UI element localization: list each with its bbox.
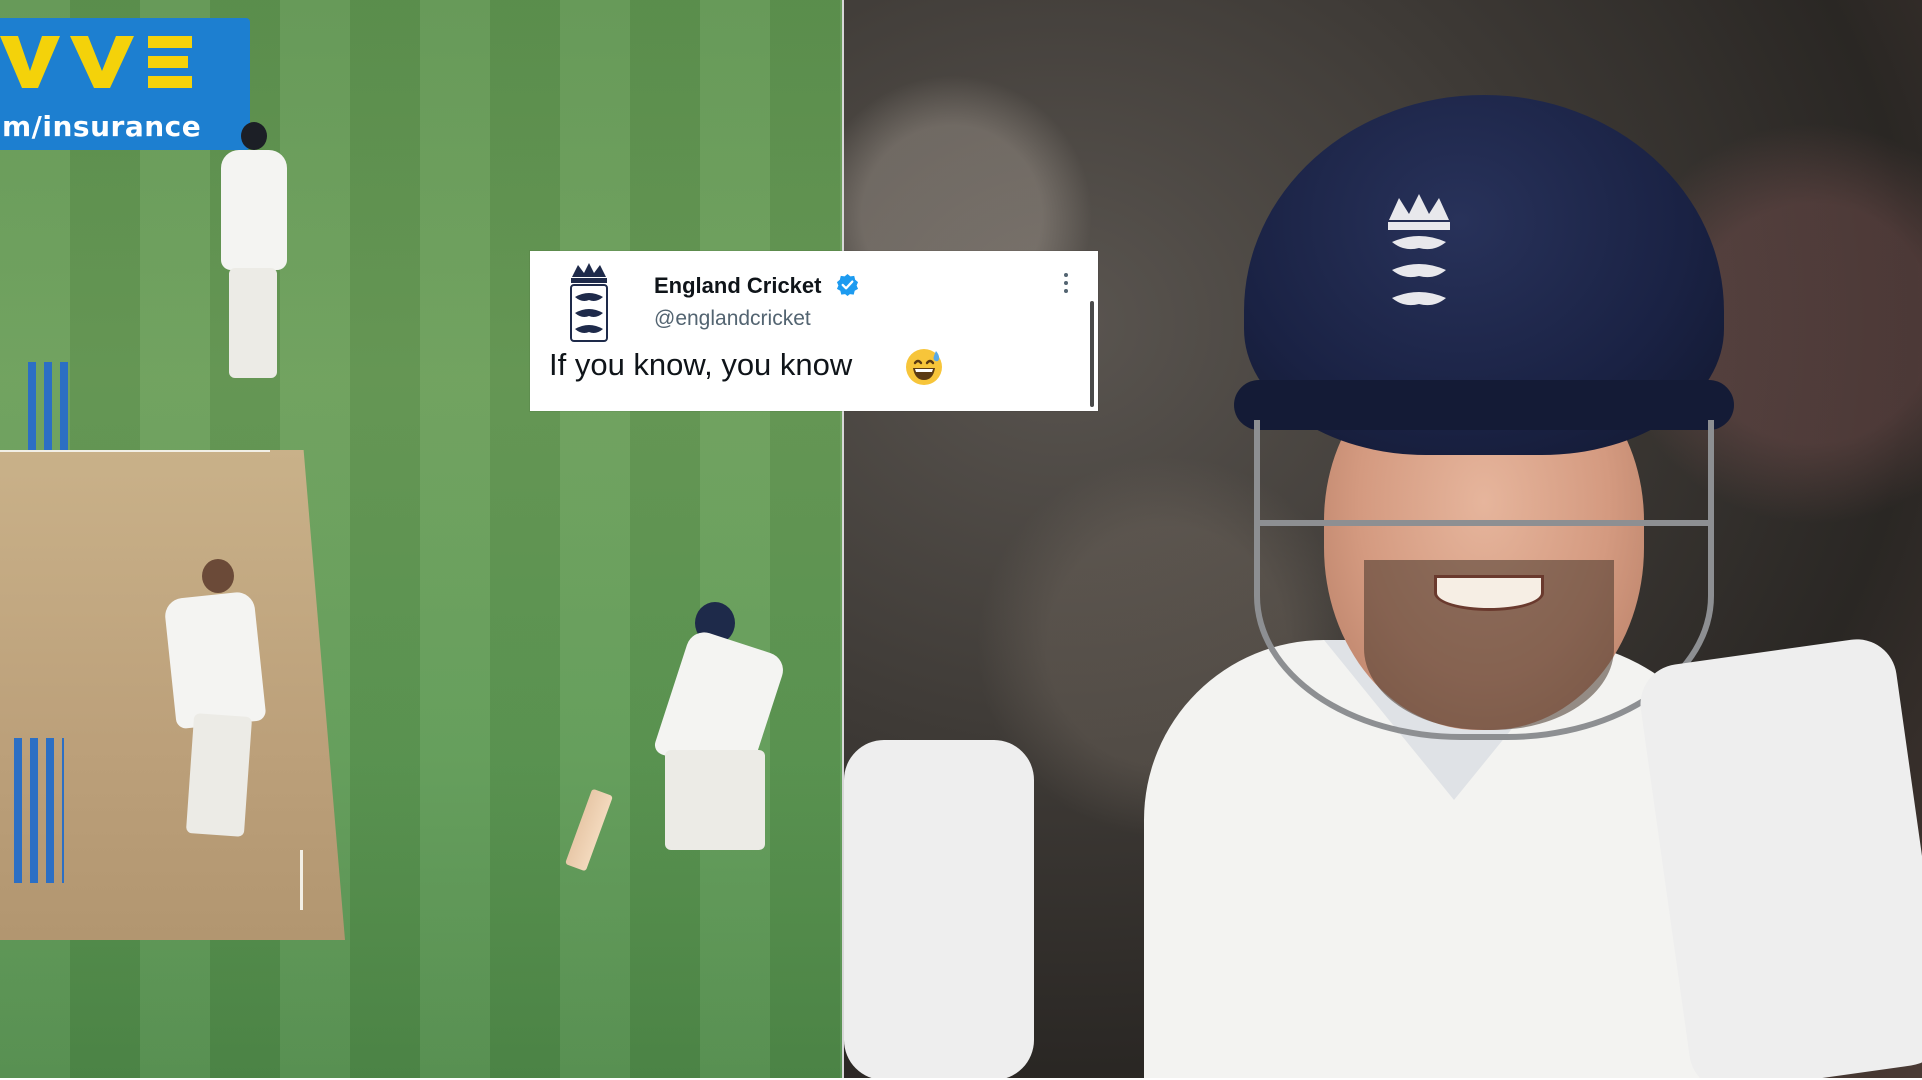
ad-board-text: m/insurance [2, 110, 202, 143]
pitch-photo: m/insurance [0, 0, 844, 1078]
verified-badge-icon [836, 273, 859, 296]
batter-running [560, 600, 840, 872]
cricket-bat [564, 788, 614, 872]
three-lions-crest-icon [1388, 194, 1450, 306]
near-stumps [14, 738, 64, 883]
return-crease [300, 850, 303, 910]
bowler-head [202, 559, 234, 593]
fielder-head [241, 122, 267, 150]
batter-legs [665, 750, 765, 850]
bowler [150, 555, 300, 845]
left-batting-glove [844, 740, 1034, 1078]
batter-closeup-photo [844, 0, 1922, 1078]
helmet-grille-bar [1254, 520, 1714, 526]
meme-image: m/insurance England Cricket @englandcric… [0, 0, 1922, 1080]
fielder-body [221, 150, 287, 270]
bowler-body [163, 590, 267, 730]
tweet-handle[interactable]: @englandcricket [654, 307, 811, 331]
tweet-account-name[interactable]: England Cricket [654, 273, 821, 299]
tweet-card[interactable]: England Cricket @englandcricket If you k… [530, 251, 1098, 411]
more-options-icon[interactable] [1062, 273, 1070, 299]
tweet-text: If you know, you know [549, 347, 853, 382]
crease-line [0, 450, 270, 452]
england-cricket-logo-icon[interactable] [566, 263, 612, 343]
bowler-legs [185, 713, 253, 837]
fielder [205, 120, 305, 390]
scrollbar[interactable] [1090, 301, 1094, 407]
grinning-face-with-sweat-icon [906, 349, 942, 385]
fielder-legs [229, 268, 277, 378]
sponsor-logo [0, 36, 192, 88]
